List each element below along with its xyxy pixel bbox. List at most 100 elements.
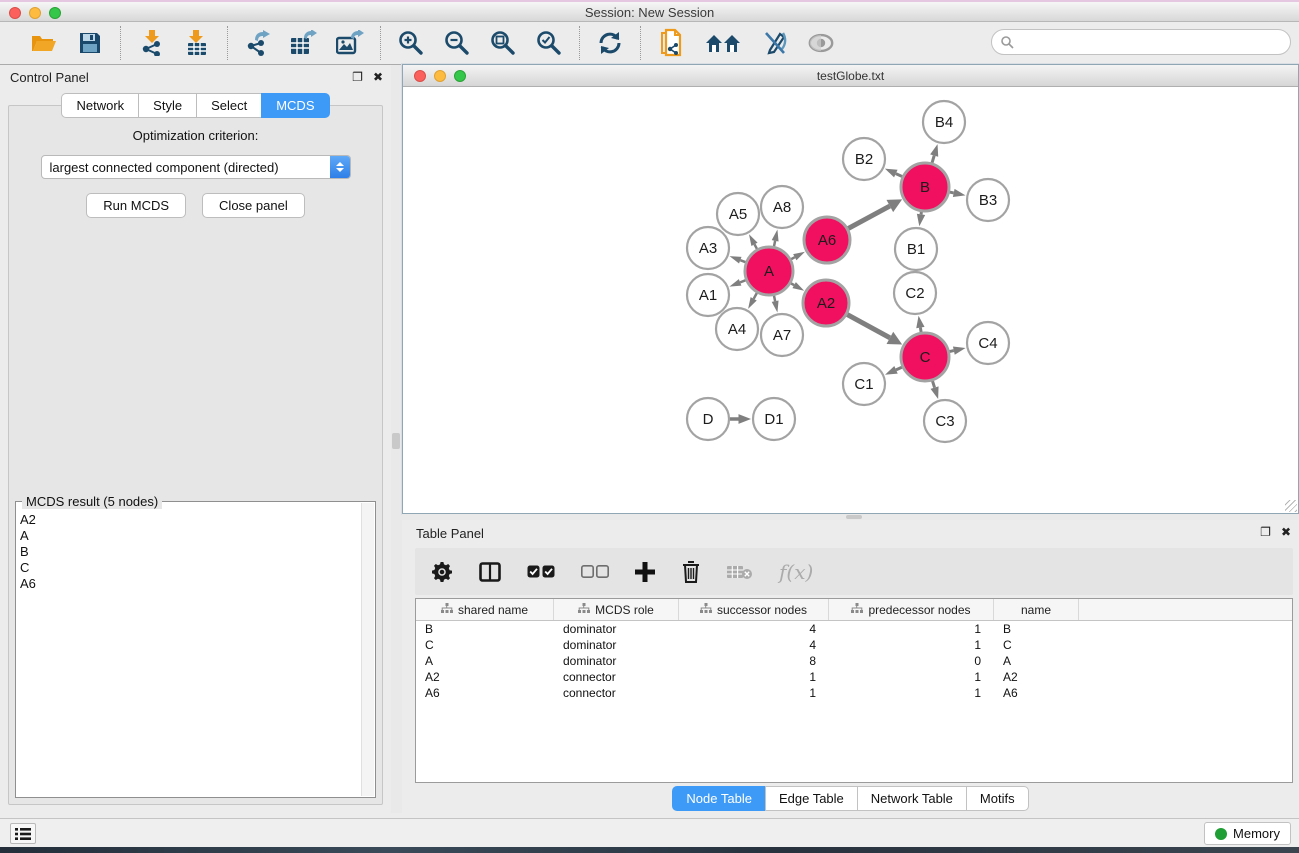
table-cell[interactable]: 0: [829, 654, 994, 668]
table-cell[interactable]: A: [994, 654, 1079, 668]
export-image-icon[interactable]: [336, 29, 364, 57]
table-cell[interactable]: 1: [829, 686, 994, 700]
table-cell[interactable]: 1: [829, 622, 994, 636]
delete-table-icon[interactable]: [727, 564, 753, 580]
table-cell[interactable]: A: [416, 654, 554, 668]
result-item[interactable]: A: [20, 528, 361, 544]
table-cell[interactable]: connector: [554, 670, 679, 684]
node-table[interactable]: shared nameMCDS rolesuccessor nodesprede…: [415, 598, 1293, 783]
table-cell[interactable]: 1: [829, 638, 994, 652]
column-header-predecessor-nodes[interactable]: predecessor nodes: [829, 599, 994, 620]
table-row[interactable]: Cdominator41C: [416, 637, 1292, 653]
new-network-from-selection-icon[interactable]: [657, 29, 685, 57]
memory-button[interactable]: Memory: [1204, 822, 1291, 845]
close-panel-button[interactable]: Close panel: [202, 193, 305, 218]
table-cell[interactable]: dominator: [554, 638, 679, 652]
table-cell[interactable]: 1: [679, 670, 829, 684]
edge-A-A5[interactable]: [754, 244, 757, 249]
export-table-icon[interactable]: [290, 29, 318, 57]
close-panel-icon[interactable]: ✖: [373, 70, 383, 84]
edge-A-A4[interactable]: [754, 293, 757, 299]
vertical-split-divider[interactable]: [391, 65, 402, 813]
edge-A-A2[interactable]: [791, 283, 794, 285]
open-file-icon[interactable]: [30, 29, 58, 57]
edge-C-C1[interactable]: [896, 367, 902, 370]
table-row[interactable]: Adominator80A: [416, 653, 1292, 669]
zoom-in-icon[interactable]: [397, 29, 425, 57]
task-history-button[interactable]: [10, 823, 36, 844]
tab-style[interactable]: Style: [138, 93, 196, 118]
deselect-all-rows-icon[interactable]: [581, 565, 609, 579]
import-network-icon[interactable]: [137, 29, 165, 57]
table-cell[interactable]: 8: [679, 654, 829, 668]
tab-network[interactable]: Network: [61, 93, 138, 118]
edge-B-B2[interactable]: [896, 174, 902, 177]
tab-network-table[interactable]: Network Table: [857, 786, 966, 811]
table-cell[interactable]: B: [416, 622, 554, 636]
tab-select[interactable]: Select: [196, 93, 261, 118]
criterion-select[interactable]: largest connected component (directed): [41, 155, 351, 179]
import-table-icon[interactable]: [183, 29, 211, 57]
mcds-result-list[interactable]: A2ABCA6: [20, 512, 361, 795]
tab-edge-table[interactable]: Edge Table: [765, 786, 857, 811]
table-row[interactable]: Bdominator41B: [416, 621, 1292, 637]
tab-motifs[interactable]: Motifs: [966, 786, 1029, 811]
table-cell[interactable]: dominator: [554, 654, 679, 668]
table-cell[interactable]: C: [416, 638, 554, 652]
create-column-plus-icon[interactable]: [635, 562, 655, 582]
edge-B-B3[interactable]: [949, 192, 953, 193]
table-cell[interactable]: C: [994, 638, 1079, 652]
edge-A-A1[interactable]: [740, 280, 746, 282]
column-header-MCDS-role[interactable]: MCDS role: [554, 599, 679, 620]
delete-column-trash-icon[interactable]: [681, 561, 701, 583]
result-item[interactable]: C: [20, 560, 361, 576]
table-cell[interactable]: dominator: [554, 622, 679, 636]
table-cell[interactable]: A6: [416, 686, 554, 700]
function-builder-icon[interactable]: f(x): [779, 560, 813, 584]
result-item[interactable]: A6: [20, 576, 361, 592]
edge-A2-C[interactable]: [847, 314, 890, 337]
table-cell[interactable]: 4: [679, 622, 829, 636]
run-mcds-button[interactable]: Run MCDS: [86, 193, 186, 218]
select-all-rows-icon[interactable]: [527, 565, 555, 579]
edge-C-C2[interactable]: [920, 328, 921, 333]
column-visibility-icon[interactable]: [479, 562, 501, 582]
edge-C-C3[interactable]: [932, 381, 934, 388]
table-cell[interactable]: 1: [679, 686, 829, 700]
edge-C-C4[interactable]: [949, 351, 953, 352]
table-cell[interactable]: 1: [829, 670, 994, 684]
hide-annotations-icon[interactable]: [761, 29, 789, 57]
result-item[interactable]: A2: [20, 512, 361, 528]
window-resize-grip[interactable]: [1285, 500, 1297, 512]
result-scrollbar[interactable]: [361, 503, 374, 796]
edge-A-A7[interactable]: [774, 295, 775, 301]
network-graph[interactable]: B4B2BB3A8A5A6A3B1AC2A1A2A4A7C4CC1DD1C3: [403, 87, 1298, 513]
show-graphics-details-icon[interactable]: [807, 29, 835, 57]
table-cell[interactable]: connector: [554, 686, 679, 700]
zoom-out-icon[interactable]: [443, 29, 471, 57]
table-row[interactable]: A2connector11A2: [416, 669, 1292, 685]
export-network-icon[interactable]: [244, 29, 272, 57]
table-cell[interactable]: A6: [994, 686, 1079, 700]
refresh-icon[interactable]: [596, 29, 624, 57]
zoom-fit-icon[interactable]: [489, 29, 517, 57]
table-cell[interactable]: A2: [994, 670, 1079, 684]
float-panel-icon[interactable]: ❐: [352, 70, 363, 84]
edge-A-A3[interactable]: [740, 260, 745, 262]
edge-A6-B[interactable]: [848, 206, 890, 229]
close-table-panel-icon[interactable]: ✖: [1281, 525, 1291, 539]
tab-mcds[interactable]: MCDS: [261, 93, 329, 118]
result-item[interactable]: B: [20, 544, 361, 560]
table-cell[interactable]: A2: [416, 670, 554, 684]
column-header-shared-name[interactable]: shared name: [416, 599, 554, 620]
search-input[interactable]: [1014, 32, 1290, 52]
edge-A-A8[interactable]: [774, 241, 775, 247]
edge-B-B4[interactable]: [932, 156, 934, 163]
search-field[interactable]: [991, 29, 1291, 55]
edge-A-A6[interactable]: [791, 257, 795, 259]
table-row[interactable]: A6connector11A6: [416, 685, 1292, 701]
float-table-panel-icon[interactable]: ❐: [1260, 525, 1271, 539]
table-settings-gear-icon[interactable]: [431, 561, 453, 583]
column-header-successor-nodes[interactable]: successor nodes: [679, 599, 829, 620]
tab-node-table[interactable]: Node Table: [672, 786, 765, 811]
